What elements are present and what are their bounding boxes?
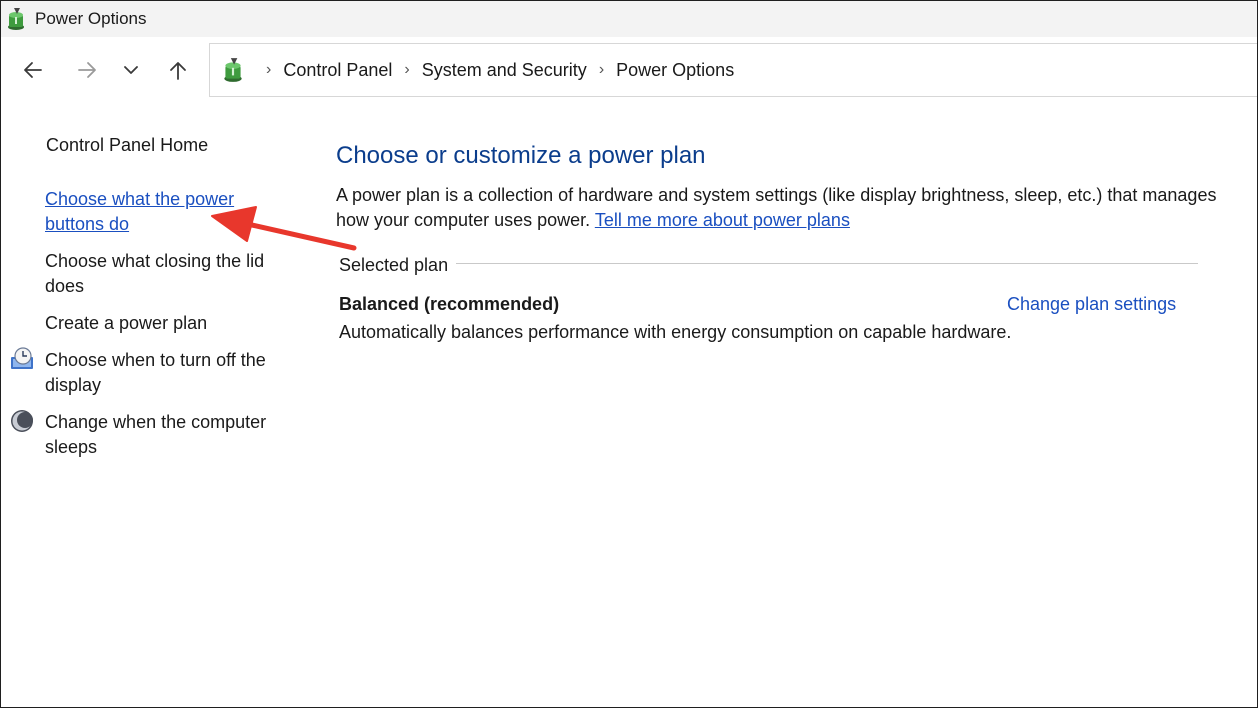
arrow-right-icon [78,62,96,78]
breadcrumb: › Control Panel › System and Security › … [254,58,734,82]
sidebar: Control Panel Home Choose what the power… [1,103,311,703]
selected-plan-label: Selected plan [339,255,449,275]
sidebar-item-label: Change when the computer [45,412,267,432]
change-plan-settings-link[interactable]: Change plan settings [1007,294,1176,315]
sidebar-item-label: buttons do [45,214,130,234]
up-button[interactable] [163,55,193,85]
breadcrumb-control-panel[interactable]: Control Panel [283,60,392,81]
sidebar-item-closing-lid[interactable]: Choose what closing the lid does [45,249,285,299]
display-clock-icon [11,347,33,369]
breadcrumb-separator: › [404,61,410,78]
window-title: Power Options [35,9,147,28]
power-options-icon [8,8,24,30]
sidebar-item-label: Choose what the power [45,189,235,209]
arrow-left-icon [24,62,42,78]
window-frame: Power Options › Control Panel › System a… [0,0,1258,708]
description-text: how your computer uses power. [336,210,595,230]
address-bar[interactable]: › Control Panel › System and Security › … [209,43,1257,97]
sidebar-item-power-buttons[interactable]: Choose what the power buttons do [45,187,285,237]
page-title: Choose or customize a power plan [336,142,706,169]
arrow-up-icon [170,62,186,80]
sidebar-item-turn-off-display[interactable]: Choose when to turn off the display [45,348,285,398]
plan-description: Automatically balances performance with … [339,322,1012,342]
sidebar-item-label: Create a power plan [45,313,208,333]
toolbar: › Control Panel › System and Security › … [1,37,1257,103]
forward-button[interactable] [72,55,102,85]
breadcrumb-power-options[interactable]: Power Options [616,60,734,81]
description-text: A power plan is a collection of hardware… [336,185,1217,205]
back-button[interactable] [18,55,48,85]
chevron-down-icon [124,66,138,74]
title-bar: Power Options [1,1,1257,37]
recent-locations-button[interactable] [116,55,146,85]
sidebar-item-label: does [45,276,85,296]
tell-me-more-link[interactable]: Tell me more about power plans [595,210,850,230]
breadcrumb-separator: › [266,61,272,78]
sidebar-item-computer-sleeps[interactable]: Change when the computer sleeps [45,410,285,460]
sidebar-item-create-plan[interactable]: Create a power plan [45,311,285,336]
section-divider [456,263,1198,264]
sidebar-item-label: Choose what closing the lid [45,251,265,271]
breadcrumb-system-and-security[interactable]: System and Security [422,60,587,81]
sidebar-item-control-panel-home[interactable]: Control Panel Home [46,133,286,158]
moon-icon [11,410,33,432]
plan-name: Balanced (recommended) [339,294,560,314]
breadcrumb-separator: › [598,61,605,78]
sidebar-item-label: Choose when to turn off the [45,350,266,370]
sidebar-item-label: sleeps [45,437,98,457]
power-options-icon [224,58,242,82]
sidebar-item-label: display [45,375,102,395]
page-description: A power plan is a collection of hardware… [336,183,1236,233]
